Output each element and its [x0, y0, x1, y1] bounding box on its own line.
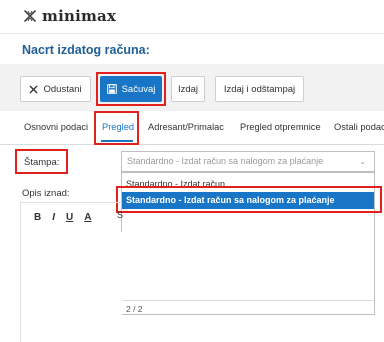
cancel-label: Odustani	[43, 83, 82, 95]
close-icon	[29, 85, 38, 93]
cancel-button[interactable]: Odustani	[20, 76, 91, 102]
issue-and-print-button[interactable]: Izdaj i odštampaj	[215, 76, 304, 102]
app-window: minimax Nacrt izdatog računa: Odustani S…	[0, 0, 384, 342]
tab-basic-data[interactable]: Osnovni podaci	[24, 122, 88, 132]
chevron-down-icon: ⌄	[359, 157, 366, 166]
print-template-value: Standardno - Izdat račun sa nalogom za p…	[127, 156, 324, 166]
save-label: Sačuvaj	[121, 83, 156, 95]
logo-text: minimax	[42, 7, 117, 25]
active-tab-indicator	[101, 140, 133, 142]
underline-button[interactable]: U	[66, 212, 73, 223]
tab-other-data[interactable]: Ostali podaci	[334, 122, 384, 132]
tab-delivery-note-preview[interactable]: Pregled otpremnice	[240, 122, 321, 132]
editor-style-button[interactable]: S	[117, 210, 123, 220]
issue-and-print-label: Izdaj i odštampaj	[223, 83, 296, 95]
print-template-dropdown: Standardno - Izdat račun Standardno - Iz…	[121, 172, 375, 315]
save-button[interactable]: Sačuvaj	[100, 76, 162, 102]
opis-label: Opis iznad:	[22, 188, 70, 199]
issue-label: Izdaj	[177, 83, 199, 95]
top-bar: minimax	[0, 0, 384, 34]
tab-preview[interactable]: Pregled	[102, 122, 134, 132]
stampa-label: Štampa:	[24, 157, 60, 168]
tab-addressee-recipient[interactable]: Adresant/Primalac	[148, 122, 224, 132]
logo[interactable]: minimax	[22, 7, 116, 25]
minimax-logo-icon	[24, 10, 36, 22]
page-title: Nacrt izdatog računa:	[22, 43, 150, 57]
dropdown-option-selected[interactable]: Standardno - Izdat račun sa nalogom za p…	[122, 192, 374, 209]
issue-button[interactable]: Izdaj	[171, 76, 205, 102]
editor-toolbar: B I U A	[22, 202, 122, 232]
dropdown-pagination: 2 / 2	[122, 300, 374, 315]
italic-button[interactable]: I	[52, 212, 55, 223]
dropdown-option[interactable]: Standardno - Izdat račun	[122, 176, 374, 192]
print-template-select[interactable]: Standardno - Izdat račun sa nalogom za p…	[121, 151, 375, 172]
editor-text-area[interactable]	[22, 232, 122, 342]
bold-button[interactable]: B	[34, 212, 41, 223]
font-color-button[interactable]: A	[84, 212, 91, 223]
save-icon	[106, 84, 117, 94]
